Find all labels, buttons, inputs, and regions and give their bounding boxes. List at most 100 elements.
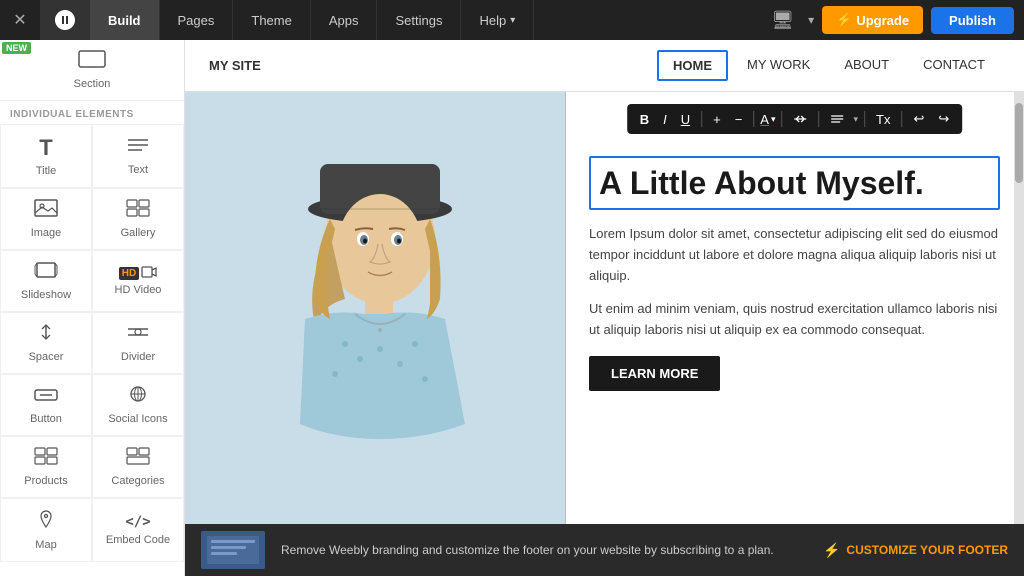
color-dropdown-icon: ▾ <box>771 114 776 125</box>
sidebar-item-button[interactable]: Button <box>0 374 92 436</box>
sidebar-item-title[interactable]: T Title <box>0 124 92 188</box>
toolbar-sep-5 <box>864 111 865 127</box>
sidebar-item-slideshow[interactable]: Slideshow <box>0 250 92 312</box>
content-divider <box>565 92 566 524</box>
title-icon: T <box>39 135 52 161</box>
button-icon <box>34 386 58 409</box>
products-label: Products <box>24 475 67 487</box>
sidebar-item-social-icons[interactable]: Social Icons <box>92 374 184 436</box>
bold-button[interactable]: B <box>635 109 654 130</box>
lightning-icon: ⚡ <box>836 12 852 28</box>
close-button[interactable]: ✕ <box>0 0 40 40</box>
redo-button[interactable]: ↪ <box>933 108 954 130</box>
preview-line-1 <box>211 540 255 543</box>
divider-label: Divider <box>121 351 155 363</box>
customize-footer-button[interactable]: ⚡ CUSTOMIZE YOUR FOOTER <box>823 542 1008 559</box>
text-label: Text <box>128 164 148 176</box>
content-image <box>185 92 565 524</box>
spacer-icon <box>34 323 58 347</box>
publish-button[interactable]: Publish <box>931 7 1014 34</box>
content-text-side: B I U + − A ▾ <box>565 92 1024 524</box>
weebly-logo-icon <box>53 8 77 32</box>
content-body-2: Ut enim ad minim veniam, quis nostrud ex… <box>589 299 1000 341</box>
content-heading[interactable]: A Little About Myself. <box>589 156 1000 210</box>
clear-format-button[interactable]: Tx <box>871 109 895 130</box>
social-icons-label: Social Icons <box>108 413 167 425</box>
products-icon <box>34 447 58 471</box>
embed-code-label: Embed Code <box>106 534 170 546</box>
nav-item-about[interactable]: ABOUT <box>829 50 904 81</box>
tab-build[interactable]: Build <box>90 0 160 40</box>
hd-video-icon: HD <box>119 266 157 280</box>
sidebar-item-section[interactable]: NEW Section <box>0 40 184 101</box>
sidebar-item-gallery[interactable]: Gallery <box>92 188 184 250</box>
toolbar-sep-4 <box>819 111 820 127</box>
font-increase-button[interactable]: + <box>708 109 726 130</box>
tab-theme[interactable]: Theme <box>233 0 310 40</box>
footer-banner: Remove Weebly branding and customize the… <box>185 524 1024 576</box>
preview-line-2 <box>211 546 246 549</box>
sidebar-item-map[interactable]: Map <box>0 498 92 562</box>
categories-icon <box>126 447 150 471</box>
learn-more-button[interactable]: LEARN MORE <box>589 356 720 391</box>
toolbar-sep-2 <box>753 111 754 127</box>
map-label: Map <box>35 539 56 551</box>
top-nav-right: 🖥 ▾ ⚡ Upgrade Publish <box>765 6 1024 34</box>
text-color-picker[interactable]: A ▾ <box>760 112 775 127</box>
sidebar-item-spacer[interactable]: Spacer <box>0 312 92 374</box>
sidebar-item-hd-video[interactable]: HD HD Video <box>92 250 184 312</box>
button-label: Button <box>30 413 62 425</box>
image-icon <box>34 199 58 223</box>
site-logo: MY SITE <box>209 58 657 73</box>
top-navigation: ✕ Build Pages Theme Apps Settings Help ▾… <box>0 0 1024 40</box>
content-section: B I U + − A ▾ <box>185 92 1024 524</box>
site-header: MY SITE HOME MY WORK ABOUT CONTACT <box>185 40 1024 92</box>
person-svg <box>185 144 565 524</box>
main-layout: NEW Section INDIVIDUAL ELEMENTS T Title <box>0 40 1024 576</box>
device-toggle[interactable]: 🖥 <box>765 10 800 31</box>
underline-button[interactable]: U <box>676 109 695 130</box>
embed-code-icon: </> <box>125 514 150 530</box>
italic-button[interactable]: I <box>658 109 672 130</box>
sidebar-elements-grid: T Title Text <box>0 124 184 562</box>
font-decrease-button[interactable]: − <box>730 109 748 130</box>
content-body-1: Lorem Ipsum dolor sit amet, consectetur … <box>589 224 1000 286</box>
preview-line-3 <box>211 552 237 555</box>
nav-item-contact[interactable]: CONTACT <box>908 50 1000 81</box>
image-label: Image <box>31 227 62 239</box>
sidebar-item-text[interactable]: Text <box>92 124 184 188</box>
weebly-logo <box>40 0 90 40</box>
sidebar-item-image[interactable]: Image <box>0 188 92 250</box>
footer-preview-image <box>201 531 265 569</box>
tab-settings[interactable]: Settings <box>377 0 461 40</box>
nav-item-my-work[interactable]: MY WORK <box>732 50 825 81</box>
device-dropdown-icon[interactable]: ▾ <box>808 13 814 27</box>
sidebar-item-categories[interactable]: Categories <box>92 436 184 498</box>
spacer-label: Spacer <box>29 351 64 363</box>
tab-apps[interactable]: Apps <box>311 0 378 40</box>
sidebar-item-embed-code[interactable]: </> Embed Code <box>92 498 184 562</box>
align-dropdown-icon: ▾ <box>854 114 859 125</box>
footer-cta-label: CUSTOMIZE YOUR FOOTER <box>846 543 1008 557</box>
nav-tabs: Build Pages Theme Apps Settings Help ▾ <box>90 0 765 40</box>
divider-icon <box>126 323 150 347</box>
hd-video-label: HD Video <box>115 284 162 296</box>
sidebar-item-products[interactable]: Products <box>0 436 92 498</box>
text-formatting-toolbar: B I U + − A ▾ <box>627 104 963 134</box>
upgrade-button[interactable]: ⚡ Upgrade <box>822 6 923 34</box>
undo-button[interactable]: ↩ <box>908 108 929 130</box>
slideshow-icon <box>34 261 58 285</box>
link-button[interactable] <box>789 109 813 130</box>
align-button[interactable] <box>826 109 850 130</box>
scrollbar-thumb[interactable] <box>1015 103 1023 183</box>
scrollbar-track[interactable] <box>1014 92 1024 524</box>
lightning-cta-icon: ⚡ <box>823 542 840 559</box>
canvas-area: MY SITE HOME MY WORK ABOUT CONTACT <box>185 40 1024 576</box>
toolbar-sep-1 <box>701 111 702 127</box>
section-icon <box>78 50 106 74</box>
text-icon <box>126 136 150 160</box>
tab-help[interactable]: Help ▾ <box>461 0 534 40</box>
nav-item-home[interactable]: HOME <box>657 50 728 81</box>
tab-pages[interactable]: Pages <box>160 0 234 40</box>
sidebar-item-divider[interactable]: Divider <box>92 312 184 374</box>
